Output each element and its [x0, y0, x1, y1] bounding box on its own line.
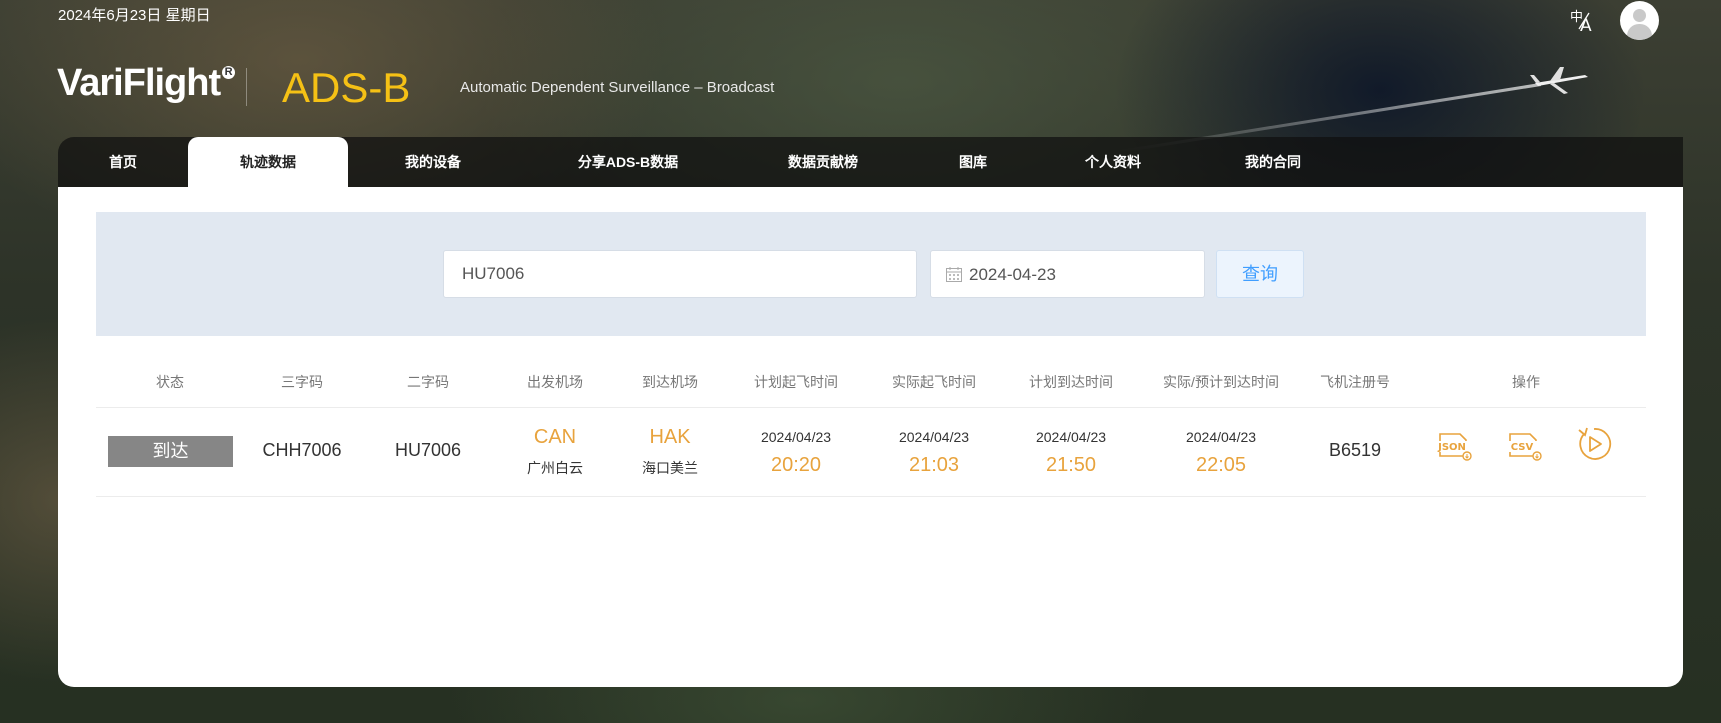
playback-icon[interactable] [1576, 426, 1612, 462]
query-button[interactable]: 查询 [1216, 250, 1304, 298]
nav-contribution-ranking[interactable]: 数据贡献榜 [748, 137, 898, 187]
csv-download-icon[interactable]: CSV [1506, 430, 1544, 462]
nav-my-contracts[interactable]: 我的合同 [1208, 137, 1338, 187]
scheduled-departure-date: 2024/04/23 [760, 429, 832, 445]
date-value: 2024-04-23 [969, 265, 1056, 284]
iata-flight-code: HU7006 [394, 440, 462, 460]
header-actual-departure: 实际起飞时间 [892, 374, 976, 390]
arrival-airport-code: HAK [649, 426, 691, 448]
header-scheduled-arrival: 计划到达时间 [1029, 374, 1113, 390]
header-status: 状态 [156, 374, 184, 390]
registered-mark: R [222, 66, 236, 79]
current-date: 2024年6月23日 星期日 [58, 7, 211, 24]
header-actual-arrival: 实际/预计到达时间 [1163, 374, 1279, 390]
header-registration: 飞机注册号 [1320, 374, 1390, 390]
nav-home[interactable]: 首页 [58, 137, 188, 187]
user-avatar-icon[interactable] [1620, 1, 1659, 40]
scheduled-arrival-date: 2024/04/23 [1035, 429, 1107, 445]
json-download-icon[interactable]: JSON [1436, 430, 1474, 462]
header-iata-code: 二字码 [407, 374, 449, 390]
product-title: ADS-B [282, 64, 411, 111]
translate-icon[interactable]: 中 A [1568, 6, 1600, 36]
logo-divider [246, 68, 247, 106]
product-subtitle: Automatic Dependent Surveillance – Broad… [460, 79, 775, 96]
nav-share-adsb[interactable]: 分享ADS-B数据 [528, 137, 728, 187]
table-header: 状态 三字码 二字码 出发机场 到达机场 计划起飞时间 实际起飞时间 计划到达时… [96, 362, 1646, 408]
header-actions: 操作 [1512, 374, 1540, 390]
icao-flight-code: CHH7006 [262, 440, 342, 460]
nav-track-data[interactable]: 轨迹数据 [188, 137, 348, 187]
scheduled-departure-time: 20:20 [770, 454, 822, 476]
csv-icon-text: CSV [1511, 442, 1534, 453]
header-arrival-airport: 到达机场 [642, 374, 698, 390]
status-badge: 到达 [108, 436, 233, 467]
actual-arrival-time: 22:05 [1195, 454, 1247, 476]
scheduled-arrival-time: 21:50 [1045, 454, 1097, 476]
header-icao-code: 三字码 [281, 374, 323, 390]
header-scheduled-departure: 计划起飞时间 [754, 374, 838, 390]
search-area: 2024-04-23 查询 [96, 212, 1646, 336]
table-row: 到达 CHH7006 HU7006 CAN 广州白云 HAK 海口美兰 2024… [96, 408, 1646, 497]
flight-number-input[interactable] [443, 250, 917, 298]
json-icon-text: JSON [1437, 442, 1466, 453]
variflight-logo[interactable]: VariFlight R [57, 62, 236, 105]
actual-departure-time: 21:03 [908, 454, 960, 476]
nav-gallery[interactable]: 图库 [918, 137, 1028, 187]
translate-icon-a-glyph: A [1580, 16, 1592, 36]
actual-arrival-date: 2024/04/23 [1185, 429, 1257, 445]
logo-text: VariFlight [57, 62, 221, 104]
arrival-airport-name: 海口美兰 [642, 460, 698, 476]
date-picker[interactable]: 2024-04-23 [930, 250, 1205, 298]
nav-my-devices[interactable]: 我的设备 [368, 137, 498, 187]
departure-airport-code: CAN [533, 426, 577, 448]
main-panel: 2024-04-23 查询 状态 三字码 二字码 出发机场 到达机场 计划起飞时… [58, 187, 1683, 687]
main-nav: 首页 轨迹数据 我的设备 分享ADS-B数据 数据贡献榜 图库 个人资料 我的合… [58, 137, 1683, 187]
nav-profile[interactable]: 个人资料 [1048, 137, 1178, 187]
aircraft-registration: B6519 [1328, 440, 1382, 460]
calendar-icon [946, 267, 962, 282]
actual-departure-date: 2024/04/23 [898, 429, 970, 445]
departure-airport-name: 广州白云 [527, 460, 583, 476]
header-departure-airport: 出发机场 [527, 374, 583, 390]
